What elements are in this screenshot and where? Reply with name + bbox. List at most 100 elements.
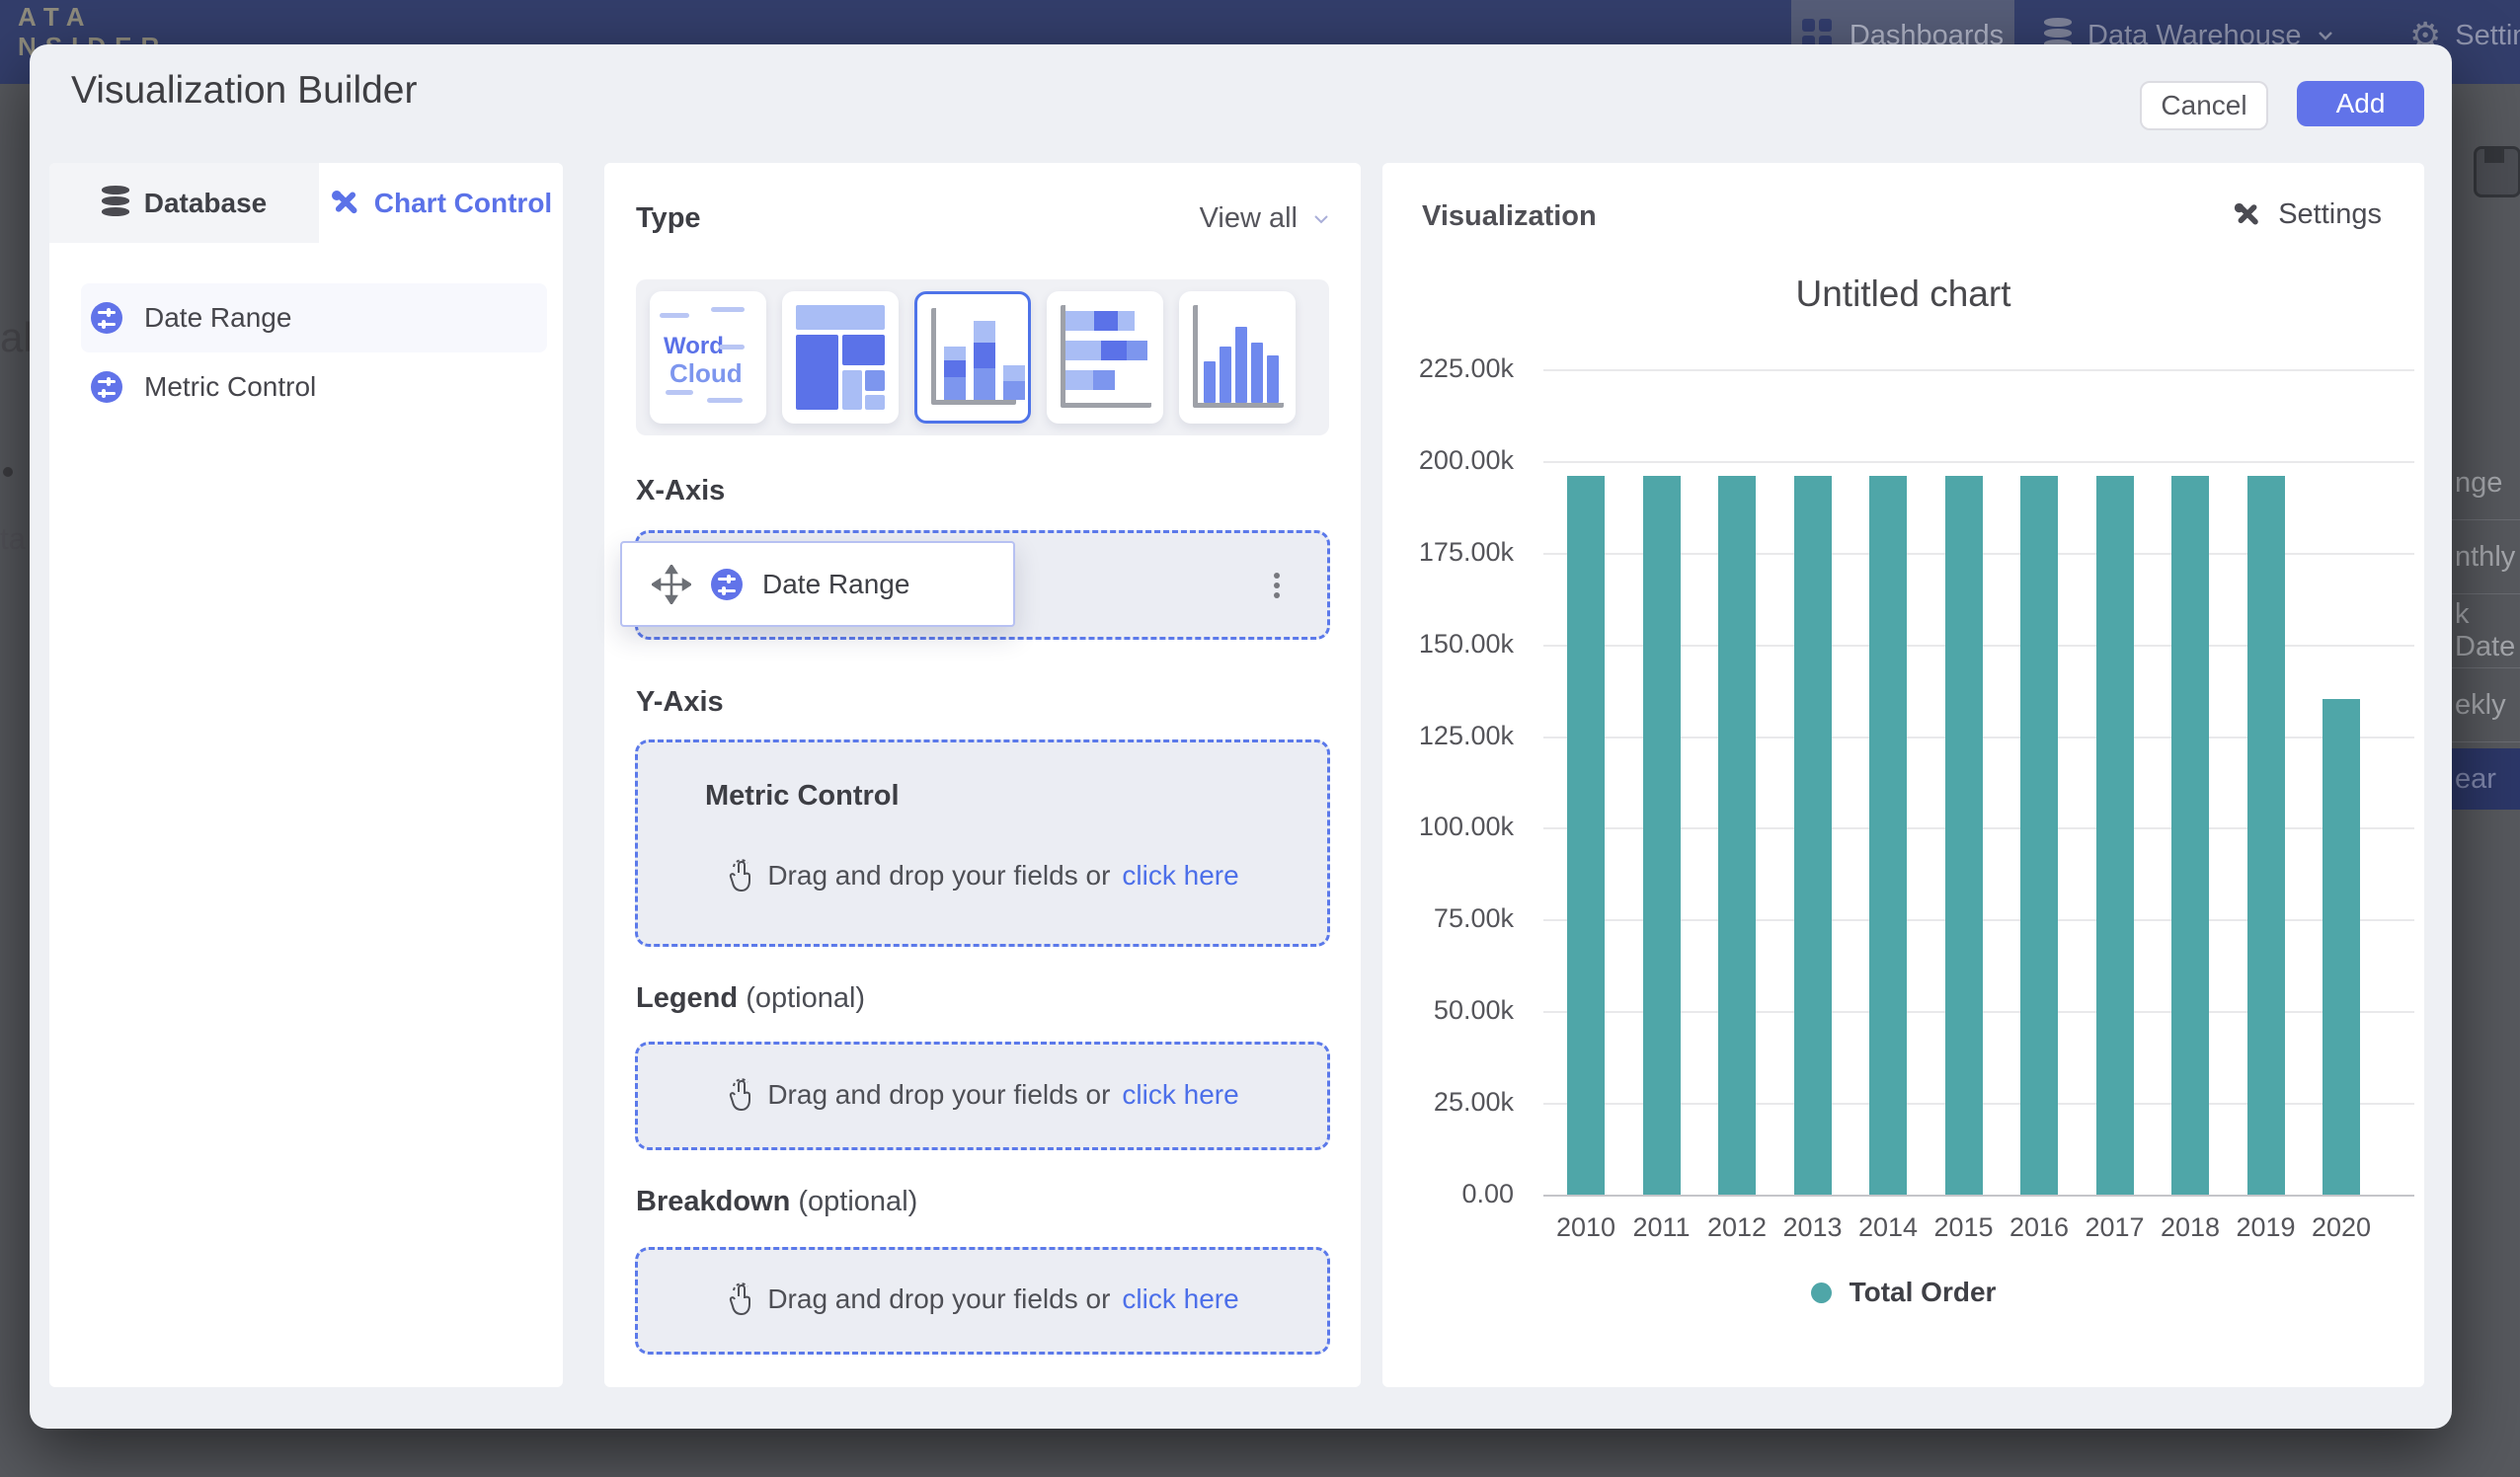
bar-2012[interactable] <box>1718 476 1756 1195</box>
control-sliders-icon <box>711 569 743 600</box>
type-heading: Type <box>636 202 701 235</box>
legend-dot <box>1811 1283 1832 1303</box>
move-cursor-icon <box>652 565 691 604</box>
bar-2019[interactable] <box>2247 476 2285 1195</box>
field-date-range[interactable]: Date Range <box>81 283 547 352</box>
bar-2010[interactable] <box>1567 476 1605 1195</box>
click-here-link[interactable]: click here <box>1122 860 1238 892</box>
type-card-treemap[interactable] <box>782 291 899 424</box>
tab-chart-control[interactable]: Chart Control <box>319 163 563 243</box>
fields-panel: Database Chart Control Date Range Metric… <box>49 163 563 1387</box>
breakdown-drop-hint: Drag and drop your fields or click here <box>638 1283 1327 1316</box>
click-here-link[interactable]: click here <box>1122 1079 1238 1111</box>
stacked-column-icon <box>931 308 1016 405</box>
y-tick-label: 25.00k <box>1385 1087 1514 1118</box>
y-tick-label: 125.00k <box>1385 721 1514 751</box>
tap-hand-icon <box>726 859 755 893</box>
gridline <box>1543 461 2414 463</box>
bar-2014[interactable] <box>1869 476 1907 1195</box>
background-option-list: nge nthly k Date ekly ear <box>2452 446 2520 810</box>
breakdown-heading: Breakdown (optional) <box>636 1186 917 1218</box>
type-card-word-cloud[interactable]: Word Cloud <box>650 291 766 424</box>
bar-2011[interactable] <box>1643 476 1681 1195</box>
stacked-bar-icon <box>1061 305 1151 408</box>
type-card-stacked-column-selected[interactable] <box>914 291 1031 424</box>
add-button[interactable]: Add <box>2297 81 2424 126</box>
tools-icon <box>330 188 361 219</box>
background-bullet <box>3 467 13 477</box>
type-card-column[interactable] <box>1179 291 1296 424</box>
background-option-year-selected[interactable]: ear <box>2452 748 2520 810</box>
modal-title: Visualization Builder <box>71 69 418 113</box>
bar-2015[interactable] <box>1945 476 1983 1195</box>
chart-legend: Total Order <box>1382 1277 2424 1308</box>
tap-hand-icon <box>726 1078 755 1112</box>
y-axis-zone-label: Metric Control <box>705 780 900 813</box>
y-tick-label: 100.00k <box>1385 812 1514 842</box>
column-chart-icon <box>1193 305 1284 408</box>
y-axis-dropzone[interactable]: Metric Control Drag and drop your fields… <box>635 739 1330 947</box>
y-tick-label: 225.00k <box>1385 353 1514 384</box>
y-axis-heading: Y-Axis <box>636 686 724 719</box>
field-metric-control-label: Metric Control <box>144 371 316 403</box>
chart-title: Untitled chart <box>1382 273 2424 315</box>
kebab-menu-icon[interactable] <box>1274 569 1280 602</box>
view-all-label: View all <box>1200 202 1298 235</box>
background-heading-fragment: al <box>0 314 33 361</box>
tap-hand-icon <box>726 1283 755 1316</box>
legend-drop-hint: Drag and drop your fields or click here <box>638 1078 1327 1112</box>
tab-database[interactable]: Database <box>49 163 319 243</box>
y-tick-label: 150.00k <box>1385 629 1514 660</box>
date-range-drag-chip[interactable]: Date Range <box>620 541 1015 627</box>
y-tick-label: 0.00 <box>1385 1179 1514 1209</box>
builder-panel: Type View all Word Cloud <box>604 163 1361 1387</box>
bar-2018[interactable] <box>2171 476 2209 1195</box>
bar-2016[interactable] <box>2020 476 2058 1195</box>
save-icon[interactable] <box>2474 146 2520 197</box>
background-option-range[interactable]: nge <box>2452 446 2520 520</box>
field-date-range-label: Date Range <box>144 302 291 334</box>
drag-chip-label: Date Range <box>762 569 909 600</box>
y-tick-label: 75.00k <box>1385 903 1514 934</box>
gridline <box>1543 369 2414 371</box>
chart-type-picker: Word Cloud <box>636 279 1329 435</box>
legend-dropzone[interactable]: Drag and drop your fields or click here <box>635 1042 1330 1150</box>
x-tick-label: 2020 <box>2297 1212 2386 1243</box>
bar-2020[interactable] <box>2323 699 2360 1195</box>
background-option-monthly[interactable]: nthly <box>2452 520 2520 594</box>
background-option-date[interactable]: k Date <box>2452 594 2520 668</box>
visualization-panel: Visualization Settings Untitled chart 22… <box>1382 163 2424 1387</box>
legend-series-label: Total Order <box>1850 1277 1997 1308</box>
database-icon <box>102 186 131 221</box>
tab-chart-control-label: Chart Control <box>374 188 552 219</box>
view-all-button[interactable]: View all <box>1200 202 1331 235</box>
bar-2013[interactable] <box>1794 476 1832 1195</box>
field-metric-control[interactable]: Metric Control <box>81 352 547 422</box>
logo-line-1: ATA <box>18 2 168 32</box>
chevron-down-icon <box>2316 26 2335 45</box>
x-axis-line <box>1543 1195 2414 1197</box>
x-axis-heading: X-Axis <box>636 475 725 507</box>
settings-label: Settings <box>2278 198 2382 231</box>
background-option-weekly[interactable]: ekly <box>2452 668 2520 742</box>
type-card-stacked-bar[interactable] <box>1047 291 1163 424</box>
visualization-builder-modal: Visualization Builder Cancel Add Databas… <box>30 44 2452 1429</box>
bar-2017[interactable] <box>2096 476 2134 1195</box>
cancel-button[interactable]: Cancel <box>2140 81 2268 130</box>
tools-icon <box>2233 200 2262 230</box>
background-text-fragment: ta <box>0 521 26 557</box>
drop-hint-text: Drag and drop your fields or <box>767 860 1110 892</box>
control-sliders-icon <box>91 302 122 334</box>
tab-database-label: Database <box>144 188 268 219</box>
settings-button[interactable]: Settings <box>2233 198 2382 231</box>
breakdown-dropzone[interactable]: Drag and drop your fields or click here <box>635 1247 1330 1355</box>
drop-hint-text: Drag and drop your fields or <box>767 1283 1110 1315</box>
treemap-icon <box>796 305 885 410</box>
drop-hint-text: Drag and drop your fields or <box>767 1079 1110 1111</box>
y-tick-label: 50.00k <box>1385 995 1514 1026</box>
chevron-down-icon <box>1311 209 1331 229</box>
word-cloud-icon: Word Cloud <box>650 291 766 424</box>
chart-plot-area: 225.00k200.00k175.00k150.00k125.00k100.0… <box>1543 369 2414 1195</box>
click-here-link[interactable]: click here <box>1122 1283 1238 1315</box>
control-sliders-icon <box>91 371 122 403</box>
